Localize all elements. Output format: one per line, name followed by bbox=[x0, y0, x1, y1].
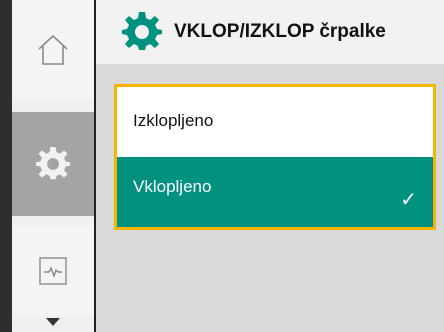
sidebar bbox=[12, 0, 96, 332]
gear-icon bbox=[36, 147, 70, 180]
trend-icon bbox=[39, 257, 67, 285]
sidebar-item-home[interactable] bbox=[12, 0, 94, 100]
option-izklopljeno[interactable]: Izklopljeno bbox=[117, 87, 433, 157]
option-label: Izklopljeno bbox=[133, 111, 214, 130]
home-icon bbox=[38, 34, 68, 65]
checkmark-icon: ✓ bbox=[400, 189, 417, 211]
device-frame-edge bbox=[0, 0, 12, 332]
sidebar-item-settings[interactable] bbox=[12, 112, 94, 216]
header: VKLOP/IZKLOP črpalke bbox=[96, 0, 444, 64]
page-title: VKLOP/IZKLOP črpalke bbox=[174, 21, 386, 42]
sidebar-item-trend[interactable] bbox=[12, 226, 94, 316]
option-vklopljeno[interactable]: Vklopljeno ✓ bbox=[117, 157, 433, 227]
option-menu: Izklopljeno Vklopljeno ✓ bbox=[114, 84, 436, 230]
chevron-down-icon[interactable] bbox=[46, 318, 60, 326]
option-label: Vklopljeno bbox=[133, 177, 212, 196]
gear-icon bbox=[122, 12, 162, 50]
